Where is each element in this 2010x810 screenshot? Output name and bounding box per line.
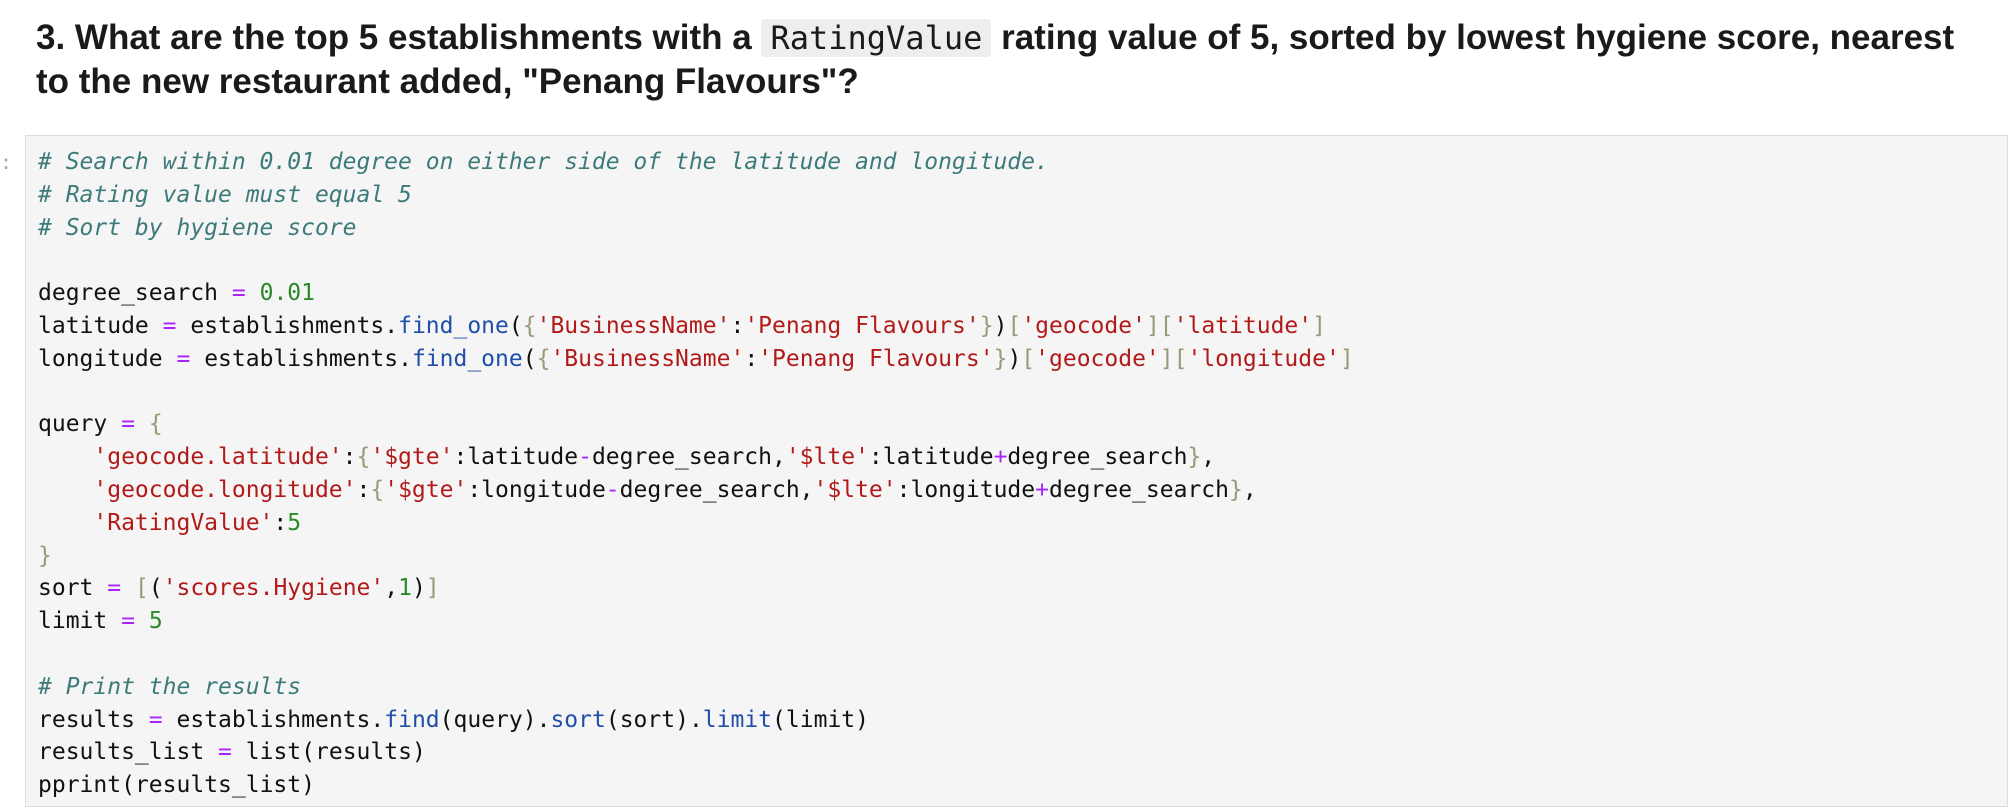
identifier: establishments [176,706,371,733]
identifier: limit [38,608,108,635]
identifier: degree_search [591,444,772,471]
function-name: find_one [411,345,523,372]
code-line-2: # Rating value must equal 5 [38,179,1354,212]
code-block[interactable]: # Search within 0.01 degree on either si… [26,146,1354,802]
number-literal: 5 [148,608,163,635]
heading-text-start: 3. What are the top 5 establishments wit… [36,18,762,57]
identifier: query [453,706,523,733]
comment: # Sort by hygiene score [38,214,357,241]
identifier: longitude [481,476,606,503]
string-literal: '$lte' [813,476,897,503]
builtin-function: list [245,739,302,766]
string-literal: 'geocode.latitude' [93,444,343,471]
code-line-10: 'geocode.latitude':{'$gte':latitude-degr… [93,444,1216,471]
identifier: sort [38,575,94,602]
identifier: latitude [882,444,994,471]
identifier: longitude [38,345,163,372]
identifier: establishments [204,345,399,372]
code-line-17: # Print the results [38,671,1354,704]
string-literal: '$gte' [384,476,468,503]
string-literal: '$gte' [370,444,454,471]
string-literal: '$lte' [785,444,869,471]
builtin-function: pprint [38,772,122,799]
string-literal: 'BusinessName' [536,312,731,339]
identifier: sort [619,706,676,733]
string-literal: 'scores.Hygiene' [162,575,385,602]
comment: # Rating value must equal 5 [38,181,412,208]
identifier: degree_search [619,476,800,503]
function-name: find [384,706,440,733]
string-literal: 'geocode' [1021,312,1146,339]
string-literal: 'Penang Flavours' [744,312,980,339]
identifier: degree_search [1048,476,1229,503]
identifier: results_list [38,739,205,766]
code-line-6: latitude = establishments.find_one({'Bus… [38,312,1326,339]
number-literal: 5 [287,509,302,536]
code-line-14: sort = [('scores.Hygiene',1)] [38,575,440,602]
code-line-11: 'geocode.longitude':{'$gte':longitude-de… [93,476,1257,503]
identifier: latitude [38,312,149,339]
string-literal: 'Penang Flavours' [758,345,994,372]
code-line-19: results_list = list(results) [38,739,426,766]
comment: # Search within 0.01 degree on either si… [38,149,1049,175]
string-literal: 'geocode.longitude' [93,476,357,503]
comment: # Print the results [38,673,302,700]
string-literal: 'BusinessName' [550,345,745,372]
function-name: sort [550,706,606,733]
code-line-3: # Sort by hygiene score [38,212,1354,245]
code-line-5: degree_search = 0.01 [38,280,315,307]
string-literal: 'longitude' [1187,345,1340,372]
identifier: results_list [134,772,302,799]
function-name: find_one [398,312,509,339]
markdown-cell[interactable]: 3. What are the top 5 establishments wit… [36,16,1976,103]
identifier: latitude [467,444,579,471]
code-line-20: pprint(results_list) [38,772,315,799]
code-cell[interactable]: # Search within 0.01 degree on either si… [25,135,2008,807]
identifier: longitude [910,476,1036,503]
identifier: results [315,739,412,766]
code-line-7: longitude = establishments.find_one({'Bu… [38,345,1354,372]
code-line-12: 'RatingValue':5 [93,509,302,536]
function-name: limit [702,706,773,733]
code-line-18: results = establishments.find(query).sor… [38,706,870,733]
code-line-13: } [38,542,52,569]
string-literal: 'RatingValue' [93,509,274,536]
identifier: establishments [190,312,385,339]
number-literal: 1 [398,575,412,602]
identifier: degree_search [1007,444,1188,471]
question-heading: 3. What are the top 5 establishments wit… [36,16,1976,103]
string-literal: 'geocode' [1035,345,1160,372]
string-literal: 'latitude' [1173,312,1313,339]
identifier: results [38,706,135,733]
code-line-15: limit = 5 [38,608,163,635]
code-line-1: # Search within 0.01 degree on either si… [38,146,1354,179]
code-line-9: query = { [38,411,163,438]
number-literal: 0.01 [259,280,315,307]
cell-prompt: : [0,150,13,174]
identifier: limit [785,706,856,733]
identifier: degree_search [38,280,219,307]
inline-code-ratingvalue: RatingValue [761,19,992,57]
identifier: query [38,411,108,438]
